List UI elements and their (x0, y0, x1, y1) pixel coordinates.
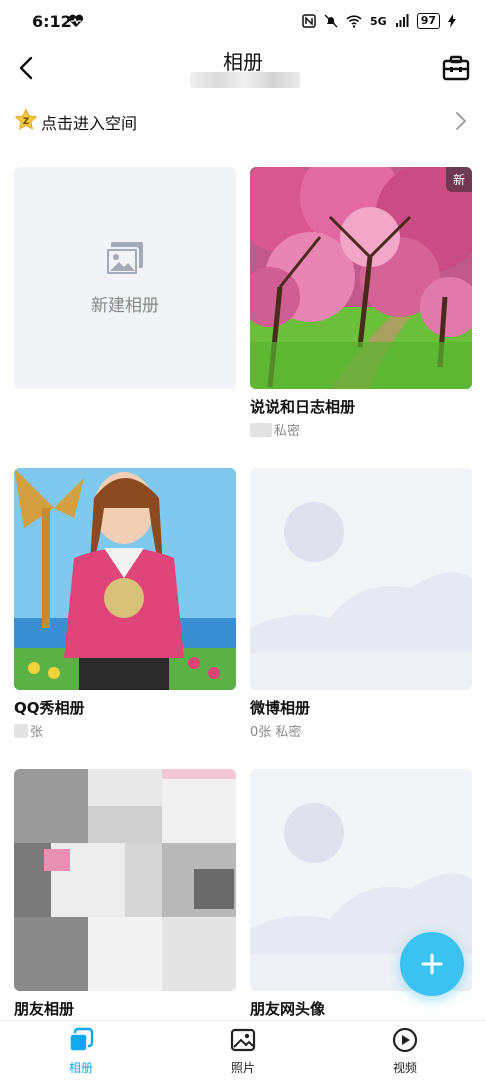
album-meta: 0张 私密 (250, 725, 302, 740)
tab-videos[interactable]: 视频 (365, 1027, 445, 1076)
album-cover-qqshow[interactable] (14, 468, 236, 690)
add-fab-button[interactable] (400, 932, 464, 996)
play-icon (392, 1027, 418, 1053)
chevron-right-icon (456, 112, 467, 130)
album-cover-pixelated[interactable] (14, 769, 236, 991)
status-time: 6:12 (32, 12, 72, 31)
album-name: 朋友网头像 (250, 1000, 326, 1018)
album-meta: 张 (14, 721, 43, 740)
new-badge: 新 (445, 167, 472, 192)
new-album-label: 新建相册 (91, 295, 159, 316)
cherry-blossom-photo (250, 167, 472, 389)
album-name: 说说和日志相册 (250, 398, 356, 416)
pixelated-portrait-image (14, 769, 236, 991)
status-bar: 6:12 5G 97 (0, 0, 486, 44)
plus-icon (421, 953, 443, 975)
battery-level: 97 (416, 13, 440, 29)
album-cover-cherry-blossom[interactable]: 新 (250, 167, 472, 389)
wifi-icon (346, 15, 362, 28)
new-album-card[interactable]: 新建相册 (14, 167, 236, 389)
album-meta-text: 私密 (274, 424, 301, 439)
tab-label: 照片 (230, 1061, 255, 1075)
star-badge-icon: Z (14, 108, 38, 130)
placeholder-landscape-icon (250, 468, 472, 690)
network-type: 5G (370, 14, 387, 28)
album-meta-text: 张 (30, 725, 44, 740)
album-icon (69, 1027, 94, 1052)
header: 相册 (0, 44, 486, 100)
blurred-count (250, 423, 272, 437)
page-title: 相册 (223, 50, 263, 74)
album-cover-placeholder[interactable] (250, 468, 472, 690)
toolbox-icon (442, 55, 470, 81)
tab-label: 相册 (68, 1061, 93, 1075)
heart-monitor-icon (68, 14, 84, 27)
album-name: 朋友相册 (14, 1000, 75, 1018)
charging-icon (448, 14, 456, 28)
photo-icon (230, 1028, 256, 1052)
album-card-weibo[interactable]: 微博相册 0张 私密 (250, 468, 472, 740)
blurred-count (14, 724, 28, 738)
qqshow-avatar-image (14, 468, 236, 690)
new-album-tile[interactable]: 新建相册 (14, 167, 236, 389)
signal-icon (395, 14, 409, 27)
nfc-icon (302, 14, 316, 28)
space-entry[interactable]: Z 点击进入空间 (0, 100, 486, 144)
album-card-friends[interactable]: 朋友相册 (14, 769, 236, 1018)
mute-bell-icon (324, 14, 338, 28)
album-card-shuoshuo[interactable]: 新 说说和日志相册 私密 (250, 167, 472, 439)
badge-text: Z (23, 117, 30, 127)
album-name: QQ秀相册 (14, 699, 85, 717)
bottom-nav: 相册 照片 视频 (0, 1020, 486, 1081)
tab-photos[interactable]: 照片 (203, 1027, 283, 1076)
space-entry-label: 点击进入空间 (41, 114, 138, 133)
tab-label: 视频 (392, 1061, 417, 1075)
toolbox-button[interactable] (438, 50, 474, 86)
album-card-qqshow[interactable]: QQ秀相册 张 (14, 468, 236, 740)
blurred-username (190, 72, 300, 88)
add-photo-icon (105, 241, 143, 276)
album-name: 微博相册 (250, 699, 311, 717)
album-meta: 私密 (250, 420, 300, 439)
tab-albums[interactable]: 相册 (41, 1027, 121, 1076)
